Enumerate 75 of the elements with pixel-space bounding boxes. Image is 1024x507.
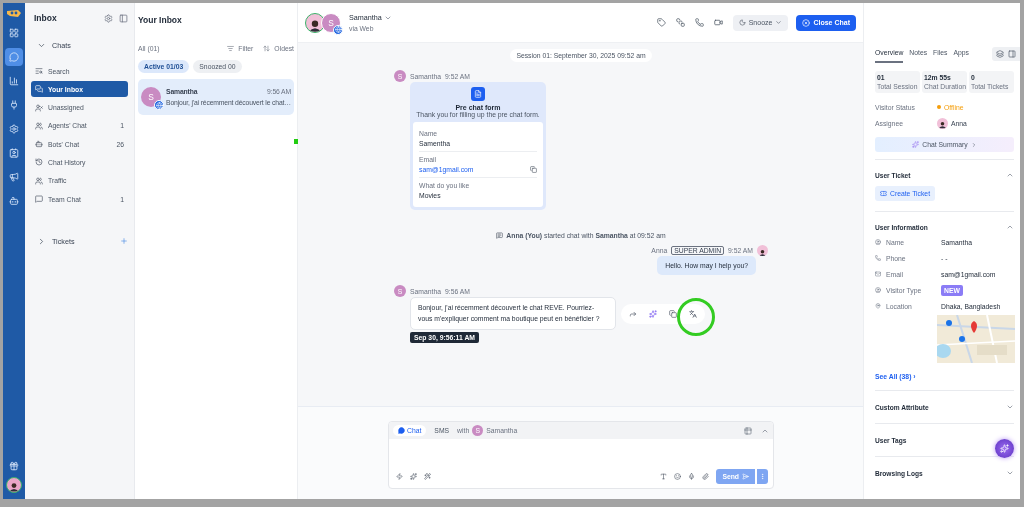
table-icon[interactable] xyxy=(744,426,752,435)
message-icon xyxy=(35,195,43,204)
tag-icon[interactable] xyxy=(656,18,666,27)
rail-button[interactable] xyxy=(5,48,23,66)
sparkle-icon[interactable] xyxy=(649,309,657,318)
sparkle-icon[interactable] xyxy=(410,473,417,480)
contact-icon xyxy=(9,148,19,158)
send-icon xyxy=(742,473,749,480)
gift-icon[interactable] xyxy=(9,461,19,471)
lightning-icon[interactable] xyxy=(396,473,403,480)
chevron-right-icon xyxy=(970,141,977,148)
grid-icon xyxy=(9,28,19,38)
bot-icon xyxy=(9,196,19,206)
close-icon xyxy=(802,18,811,27)
wand-icon[interactable] xyxy=(424,473,431,480)
search-icon xyxy=(35,67,43,75)
logo-icon[interactable] xyxy=(6,9,22,18)
web-badge xyxy=(154,100,164,110)
form-icon xyxy=(471,87,485,101)
mail-icon xyxy=(875,271,881,277)
mic-icon[interactable] xyxy=(688,473,696,480)
add-icon[interactable] xyxy=(120,237,128,246)
sparkle-icon xyxy=(912,141,920,148)
user-icon xyxy=(35,103,43,112)
copy-icon[interactable] xyxy=(669,309,677,318)
chevron-right-icon[interactable] xyxy=(37,236,46,246)
chart-icon xyxy=(9,76,19,86)
sort-icon[interactable] xyxy=(263,45,271,52)
chevron-up-icon[interactable] xyxy=(1006,171,1014,179)
user-icon xyxy=(875,239,881,245)
users-icon xyxy=(35,121,43,130)
chevron-up-icon[interactable] xyxy=(1006,223,1014,231)
contact-avatar: S xyxy=(321,12,341,33)
user-avatar[interactable] xyxy=(6,477,22,493)
moon-icon xyxy=(738,19,746,26)
bot-icon xyxy=(35,140,43,149)
attach-icon[interactable] xyxy=(702,473,710,480)
pin-icon xyxy=(875,303,881,309)
user-icon xyxy=(875,287,881,293)
megaphone-icon xyxy=(9,172,19,182)
chat-icon xyxy=(398,427,405,434)
ticket-icon xyxy=(880,190,887,197)
filter-icon[interactable] xyxy=(227,45,235,52)
highlight-ring xyxy=(677,297,715,336)
forward-icon[interactable] xyxy=(629,309,637,318)
more-button[interactable] xyxy=(756,469,768,484)
translate-icon[interactable] xyxy=(689,309,697,318)
people-icon xyxy=(35,176,43,185)
chevron-down-icon[interactable] xyxy=(1006,403,1014,411)
chat-start-icon xyxy=(496,232,504,239)
phone-icon xyxy=(875,255,881,261)
panel-icon[interactable] xyxy=(119,13,128,23)
person-figure-icon xyxy=(8,482,20,492)
phone-icon[interactable] xyxy=(694,18,704,27)
avatar: S xyxy=(141,87,161,107)
chevron-down-icon[interactable] xyxy=(1006,469,1014,477)
layers-icon[interactable] xyxy=(996,50,1004,58)
ai-assistant-button[interactable] xyxy=(995,439,1014,458)
video-icon[interactable] xyxy=(713,18,723,27)
person-figure-icon xyxy=(938,121,947,129)
copy-icon[interactable] xyxy=(530,166,537,173)
chat-bubbles-icon xyxy=(35,85,43,94)
panel-icon[interactable] xyxy=(1008,50,1016,58)
sidebar-title: Inbox xyxy=(34,13,57,23)
settings-icon xyxy=(9,124,19,134)
web-badge xyxy=(333,24,343,35)
chevron-down-icon xyxy=(775,19,783,26)
plug-icon xyxy=(9,100,19,110)
list-title: Your Inbox xyxy=(138,15,183,25)
settings-icon[interactable] xyxy=(104,13,113,23)
text-format-icon[interactable] xyxy=(660,473,668,480)
chat-icon xyxy=(9,52,19,62)
emoji-icon[interactable] xyxy=(674,473,682,480)
sparkle-icon xyxy=(1000,444,1009,453)
history-icon xyxy=(35,158,43,167)
